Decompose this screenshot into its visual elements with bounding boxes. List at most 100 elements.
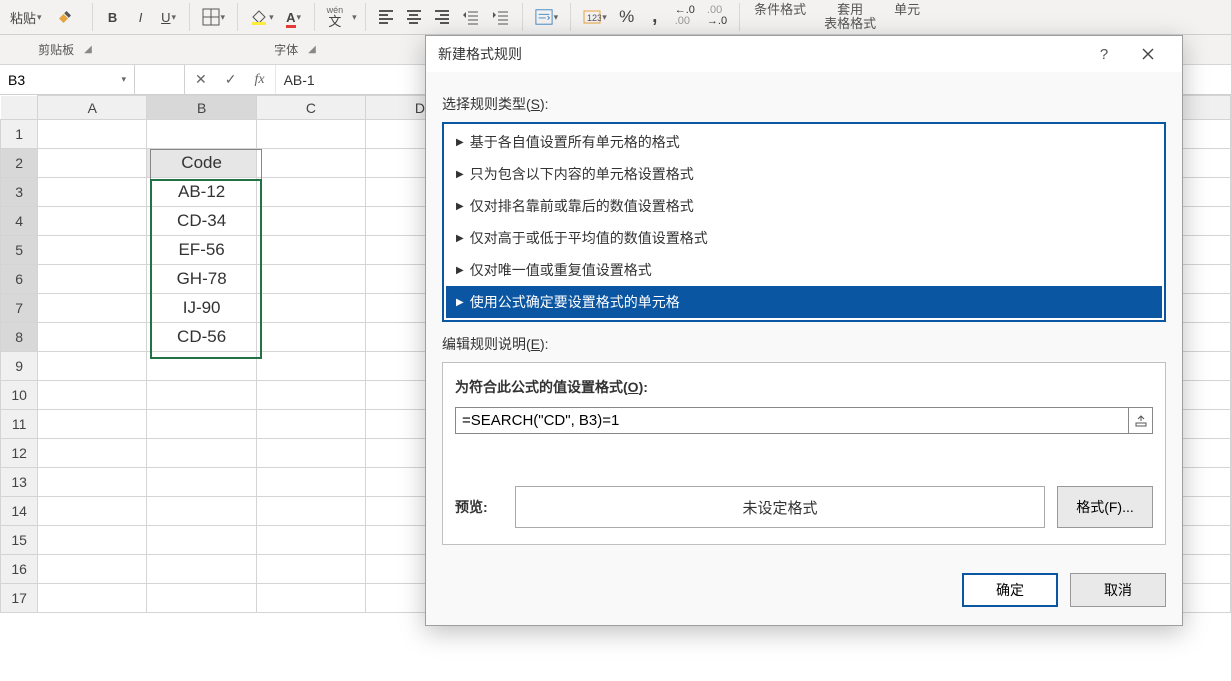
paste-button[interactable]: 粘贴 ▾ [6,7,46,27]
cell-B9[interactable] [147,352,257,381]
cell-A17[interactable] [38,584,147,613]
chevron-down-icon[interactable]: ▾ [121,74,126,85]
align-right-button[interactable] [430,4,454,30]
comma-button[interactable]: , [643,4,667,30]
cell-C8[interactable] [257,323,366,352]
cell-C5[interactable] [257,236,366,265]
cell-A11[interactable] [38,410,147,439]
accept-entry-button[interactable]: ✓ [221,69,241,90]
ok-button[interactable]: 确定 [962,573,1058,607]
fill-color-button[interactable]: ▾ [246,4,278,30]
dialog-launcher-icon[interactable]: ◢ [308,44,316,55]
rule-type-item-4[interactable]: ▶仅对唯一值或重复值设置格式 [446,254,1162,286]
indent-left-button[interactable] [458,4,484,30]
cell-B17[interactable] [147,584,257,613]
cell-A12[interactable] [38,439,147,468]
rule-type-item-0[interactable]: ▶基于各自值设置所有单元格的格式 [446,126,1162,158]
cell-C15[interactable] [257,526,366,555]
row-header-4[interactable]: 4 [1,207,38,236]
cancel-entry-button[interactable]: ✕ [191,69,211,90]
cell-C11[interactable] [257,410,366,439]
cell-B5[interactable]: EF-56 [147,236,257,265]
underline-button[interactable]: U▾ [157,4,181,30]
row-header-9[interactable]: 9 [1,352,38,381]
cell-A10[interactable] [38,381,147,410]
cell-C10[interactable] [257,381,366,410]
cell-C4[interactable] [257,207,366,236]
cell-B1[interactable] [147,120,257,149]
cell-C16[interactable] [257,555,366,584]
row-header-10[interactable]: 10 [1,381,38,410]
cell-C3[interactable] [257,178,366,207]
phonetic-button[interactable]: wén 文 [323,4,348,30]
close-button[interactable] [1126,37,1170,71]
cell-B3[interactable]: AB-12 [147,178,257,207]
cell-A16[interactable] [38,555,147,584]
cell-A1[interactable] [38,120,147,149]
row-header-16[interactable]: 16 [1,555,38,584]
cell-B4[interactable]: CD-34 [147,207,257,236]
cell-C13[interactable] [257,468,366,497]
cell-B2[interactable]: Code [147,149,257,178]
table-format-button[interactable]: 套用 表格格式 [824,3,876,32]
row-header-14[interactable]: 14 [1,497,38,526]
cell-B12[interactable] [147,439,257,468]
cell-B7[interactable]: IJ-90 [147,294,257,323]
cell-C7[interactable] [257,294,366,323]
cancel-button[interactable]: 取消 [1070,573,1166,607]
row-header-11[interactable]: 11 [1,410,38,439]
conditional-format-button[interactable]: 条件格式 [754,3,806,17]
row-header-6[interactable]: 6 [1,265,38,294]
cell-A15[interactable] [38,526,147,555]
cell-C12[interactable] [257,439,366,468]
col-header-C[interactable]: C [257,96,366,120]
format-button[interactable]: 格式(F)... [1057,486,1153,528]
cell-A9[interactable] [38,352,147,381]
rule-type-item-5[interactable]: ▶使用公式确定要设置格式的单元格 [446,286,1162,318]
cell-C9[interactable] [257,352,366,381]
cell-C17[interactable] [257,584,366,613]
dialog-titlebar[interactable]: 新建格式规则 ? [426,36,1182,72]
rule-type-item-3[interactable]: ▶仅对高于或低于平均值的数值设置格式 [446,222,1162,254]
row-header-1[interactable]: 1 [1,120,38,149]
align-center-button[interactable] [402,4,426,30]
cell-B6[interactable]: GH-78 [147,265,257,294]
italic-button[interactable]: I [129,4,153,30]
rule-type-item-1[interactable]: ▶只为包含以下内容的单元格设置格式 [446,158,1162,190]
row-header-13[interactable]: 13 [1,468,38,497]
row-header-5[interactable]: 5 [1,236,38,265]
indent-right-button[interactable] [488,4,514,30]
cell-B10[interactable] [147,381,257,410]
borders-button[interactable]: ▾ [198,4,230,30]
cell-C2[interactable] [257,149,366,178]
dialog-launcher-icon[interactable]: ◢ [84,44,92,55]
cell-B15[interactable] [147,526,257,555]
cell-B13[interactable] [147,468,257,497]
cell-A3[interactable] [38,178,147,207]
wrap-text-button[interactable]: ▾ [531,4,563,30]
cell-A5[interactable] [38,236,147,265]
col-header-B[interactable]: B [147,96,257,120]
row-header-2[interactable]: 2 [1,149,38,178]
row-header-7[interactable]: 7 [1,294,38,323]
row-header-15[interactable]: 15 [1,526,38,555]
number-format-button[interactable]: 123 ▾ [579,4,611,30]
cell-A4[interactable] [38,207,147,236]
formula-input[interactable] [455,407,1129,434]
cell-A2[interactable] [38,149,147,178]
format-painter-button[interactable] [52,4,78,30]
cell-A13[interactable] [38,468,147,497]
cell-A6[interactable] [38,265,147,294]
cell-A7[interactable] [38,294,147,323]
name-box-input[interactable] [8,72,88,88]
row-header-12[interactable]: 12 [1,439,38,468]
row-header-3[interactable]: 3 [1,178,38,207]
rule-type-item-2[interactable]: ▶仅对排名靠前或靠后的数值设置格式 [446,190,1162,222]
cell-C14[interactable] [257,497,366,526]
decrease-decimal-button[interactable]: .00→.0 [703,4,731,30]
row-header-17[interactable]: 17 [1,584,38,613]
cell-A14[interactable] [38,497,147,526]
name-box[interactable]: ▾ [0,65,135,94]
cell-C6[interactable] [257,265,366,294]
cell-B16[interactable] [147,555,257,584]
